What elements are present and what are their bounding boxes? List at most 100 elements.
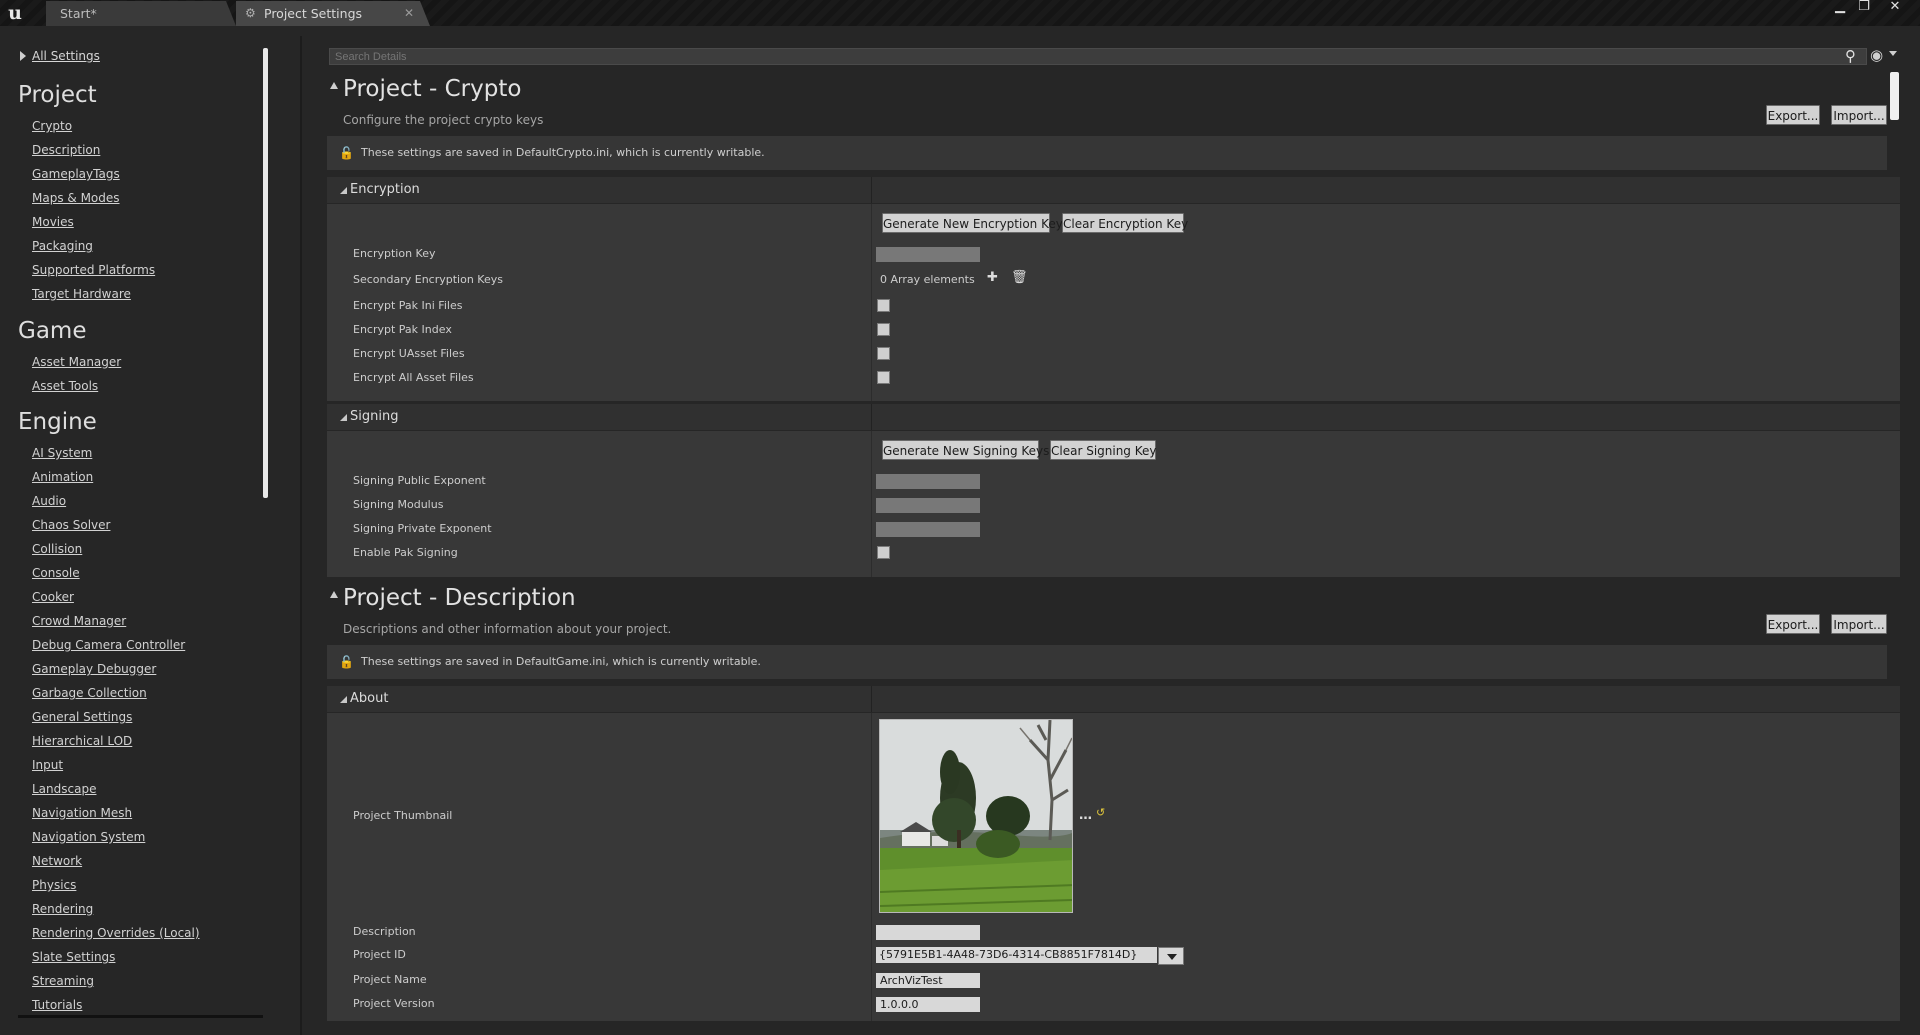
tab-label: Start* [60, 6, 97, 21]
sidebar-item-asset-manager[interactable]: Asset Manager [32, 355, 121, 369]
sidebar-item-gameplaytags[interactable]: GameplayTags [32, 167, 120, 181]
sidebar-item-slate-settings[interactable]: Slate Settings [32, 950, 115, 964]
category-about[interactable]: About [327, 686, 1900, 712]
add-element-icon[interactable]: ✚ [987, 270, 998, 285]
all-settings-link[interactable]: All Settings [20, 49, 100, 63]
view-options-eye-icon[interactable]: ◉ [1870, 46, 1883, 64]
chevron-down-icon[interactable] [1889, 51, 1897, 56]
sidebar-item-input[interactable]: Input [32, 758, 63, 772]
sidebar-item-collision[interactable]: Collision [32, 542, 82, 556]
prop-label: Encrypt UAsset Files [353, 347, 465, 360]
export-button[interactable]: Export... [1766, 614, 1820, 634]
minimize-window-button[interactable]: ▁ [1829, 0, 1851, 16]
sidebar-horizontal-scrollbar[interactable] [18, 1015, 263, 1018]
category-encryption[interactable]: Encryption [327, 177, 1900, 203]
project-version-field[interactable]: 1.0.0.0 [876, 997, 980, 1012]
import-button[interactable]: Import... [1831, 105, 1887, 125]
sidebar-item-physics[interactable]: Physics [32, 878, 76, 892]
sidebar-item-tutorials[interactable]: Tutorials [32, 998, 82, 1012]
panel-splitter[interactable] [300, 36, 302, 1035]
encrypt-pak-index-checkbox[interactable] [877, 323, 890, 336]
sidebar-item-general-settings[interactable]: General Settings [32, 710, 132, 724]
project-thumbnail-image[interactable] [879, 719, 1073, 913]
tab-project-settings[interactable]: ⚙ Project Settings ✕ [236, 1, 430, 26]
sidebar-item-animation[interactable]: Animation [32, 470, 93, 484]
sidebar-item-rendering-overrides[interactable]: Rendering Overrides (Local) [32, 926, 200, 940]
sidebar-item-supported-platforms[interactable]: Supported Platforms [32, 263, 155, 277]
enable-pak-signing-checkbox[interactable] [877, 546, 890, 559]
column-splitter[interactable] [871, 713, 872, 1021]
section-title-text: Project - Description [343, 585, 576, 611]
clear-signing-key-button[interactable]: Clear Signing Key [1050, 440, 1157, 460]
sidebar-item-target-hardware[interactable]: Target Hardware [32, 287, 131, 301]
close-window-button[interactable]: ✕ [1884, 0, 1906, 16]
search-details-input[interactable] [329, 48, 1867, 65]
section-title-description[interactable]: Project - Description [330, 585, 576, 611]
encryption-key-field[interactable] [876, 247, 980, 262]
column-splitter[interactable] [871, 686, 872, 712]
section-title-crypto[interactable]: Project - Crypto [330, 76, 521, 102]
sidebar-item-movies[interactable]: Movies [32, 215, 74, 229]
column-splitter[interactable] [871, 431, 872, 577]
project-name-field[interactable]: ArchVizTest [876, 973, 980, 988]
sidebar-item-asset-tools[interactable]: Asset Tools [32, 379, 98, 393]
export-button[interactable]: Export... [1766, 105, 1820, 125]
sidebar-item-ai-system[interactable]: AI System [32, 446, 92, 460]
sidebar-item-maps-modes[interactable]: Maps & Modes [32, 191, 120, 205]
sidebar-item-navigation-system[interactable]: Navigation System [32, 830, 145, 844]
search-icon[interactable]: ⚲ [1845, 47, 1856, 65]
collapse-arrow-icon [330, 591, 338, 598]
sidebar-item-rendering[interactable]: Rendering [32, 902, 93, 916]
sidebar-item-cooker[interactable]: Cooker [32, 590, 74, 604]
signing-private-exponent-field[interactable] [876, 522, 980, 537]
sidebar-item-packaging[interactable]: Packaging [32, 239, 93, 253]
reset-to-default-icon[interactable]: ↺ [1096, 806, 1105, 819]
tab-start[interactable]: Start* [46, 1, 236, 26]
browse-ellipsis-icon[interactable]: … [1079, 808, 1092, 823]
encrypt-all-assets-checkbox[interactable] [877, 371, 890, 384]
column-splitter[interactable] [871, 177, 872, 203]
tab-label: Project Settings [264, 6, 363, 21]
expand-arrow-icon [20, 51, 26, 61]
sidebar-item-gameplay-debugger[interactable]: Gameplay Debugger [32, 662, 156, 676]
prop-label: Project Thumbnail [353, 809, 453, 822]
description-field[interactable] [876, 925, 980, 940]
config-notice: 🔓 These settings are saved in DefaultGame… [327, 645, 1887, 679]
sidebar-item-audio[interactable]: Audio [32, 494, 66, 508]
sidebar-item-chaos-solver[interactable]: Chaos Solver [32, 518, 110, 532]
sidebar-item-crowd-manager[interactable]: Crowd Manager [32, 614, 126, 628]
all-settings-label: All Settings [32, 49, 100, 63]
sidebar-item-description[interactable]: Description [32, 143, 100, 157]
clear-encryption-key-button[interactable]: Clear Encryption Key [1062, 213, 1188, 233]
generate-signing-keys-button[interactable]: Generate New Signing Keys [882, 440, 1049, 460]
signing-public-exponent-field[interactable] [876, 474, 980, 489]
sidebar-item-streaming[interactable]: Streaming [32, 974, 94, 988]
prop-label: Signing Public Exponent [353, 474, 486, 487]
sidebar-item-console[interactable]: Console [32, 566, 80, 580]
encrypt-pak-ini-checkbox[interactable] [877, 299, 890, 312]
sidebar-item-navigation-mesh[interactable]: Navigation Mesh [32, 806, 132, 820]
sidebar-item-landscape[interactable]: Landscape [32, 782, 96, 796]
sidebar-item-network[interactable]: Network [32, 854, 82, 868]
sidebar-item-crypto[interactable]: Crypto [32, 119, 72, 133]
unreal-logo-icon[interactable]: u [4, 2, 26, 24]
restore-window-button[interactable]: ❐ [1853, 0, 1875, 16]
sidebar-scrollbar[interactable] [263, 48, 268, 498]
sidebar-item-hierarchical-lod[interactable]: Hierarchical LOD [32, 734, 132, 748]
encrypt-uasset-checkbox[interactable] [877, 347, 890, 360]
sidebar-item-garbage-collection[interactable]: Garbage Collection [32, 686, 147, 700]
project-id-dropdown-button[interactable] [1158, 947, 1184, 965]
prop-label: Encrypt Pak Ini Files [353, 299, 463, 312]
details-scrollbar[interactable] [1890, 72, 1899, 120]
project-id-field[interactable]: {5791E5B1-4A48-73D6-4314-CB8851F7814D} [876, 947, 1157, 963]
trash-icon[interactable]: 🗑 [1011, 270, 1028, 285]
column-splitter[interactable] [871, 204, 872, 401]
section-description: Configure the project crypto keys [343, 113, 544, 127]
generate-encryption-key-button[interactable]: Generate New Encryption Key [882, 213, 1063, 233]
column-splitter[interactable] [871, 404, 872, 430]
signing-modulus-field[interactable] [876, 498, 980, 513]
sidebar-item-debug-camera-controller[interactable]: Debug Camera Controller [32, 638, 185, 652]
import-button[interactable]: Import... [1831, 614, 1887, 634]
category-signing[interactable]: Signing [327, 404, 1900, 430]
close-tab-icon[interactable]: ✕ [404, 1, 414, 26]
